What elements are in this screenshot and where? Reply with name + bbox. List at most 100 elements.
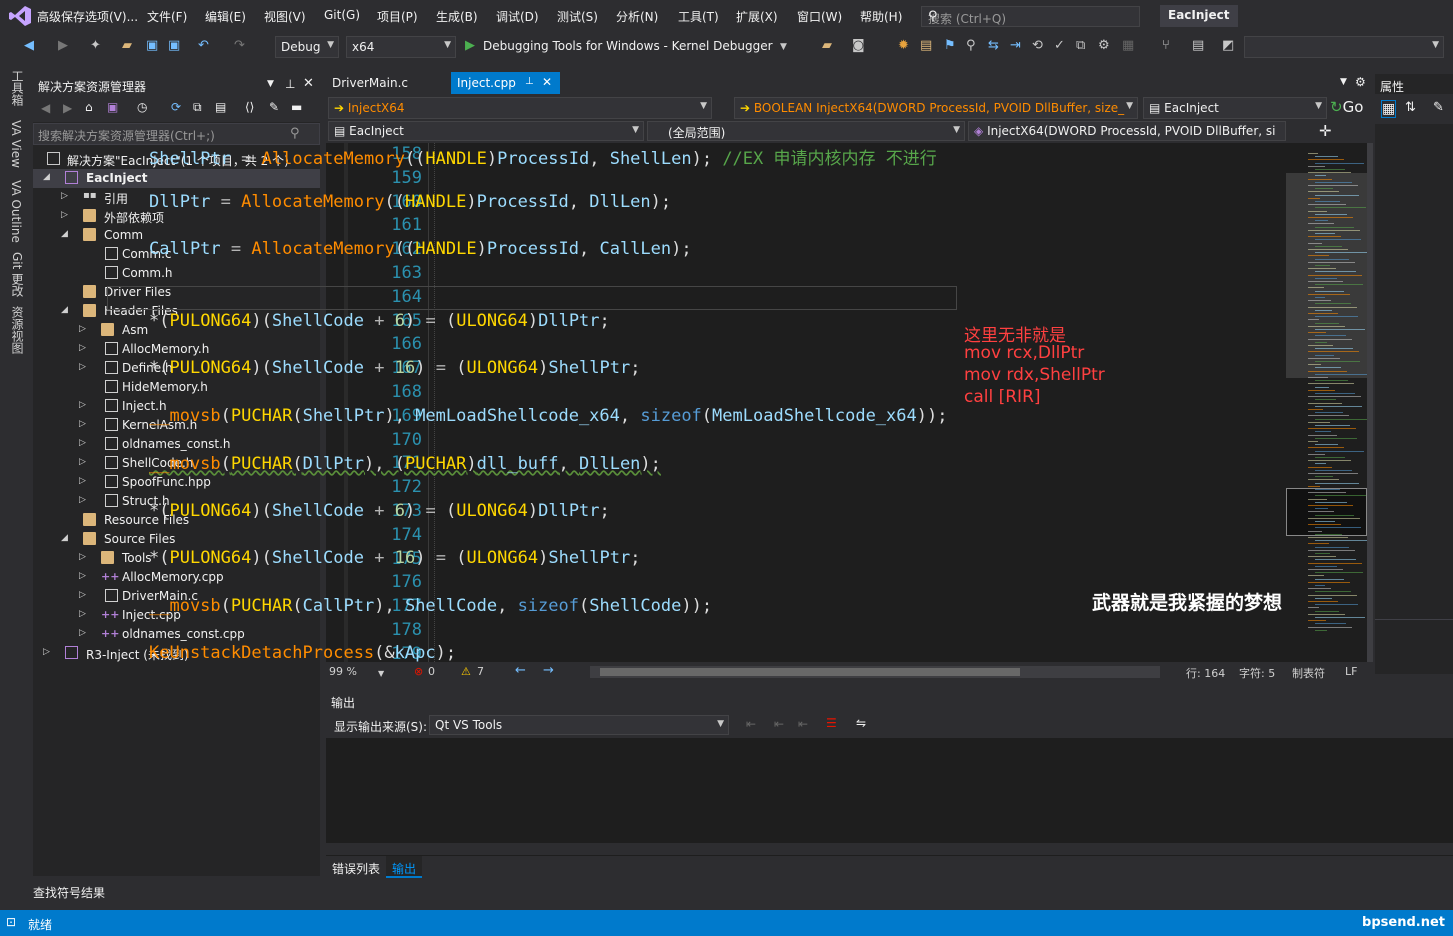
menu-help[interactable]: 帮助(H) bbox=[860, 8, 902, 25]
output-hscroll[interactable] bbox=[326, 843, 1453, 855]
tool-icon[interactable]: ▦ bbox=[1122, 38, 1134, 53]
show-all-files-icon[interactable]: ▤ bbox=[215, 100, 226, 114]
tool-icon[interactable]: ⚑ bbox=[944, 38, 956, 53]
new-project-icon[interactable]: ✦ bbox=[90, 38, 101, 53]
menu-debug[interactable]: 调试(D) bbox=[496, 8, 539, 25]
platform-dropdown[interactable]: x64 ▼ bbox=[346, 36, 456, 58]
back-icon[interactable]: ◀ bbox=[41, 101, 50, 115]
tool-icon[interactable]: ▤ bbox=[920, 38, 932, 53]
scope-dropdown[interactable]: ➔ InjectX64 ▼ bbox=[328, 97, 712, 119]
pin-icon[interactable]: ⊥ bbox=[285, 77, 295, 91]
tool-icon[interactable]: ⇥ bbox=[1010, 38, 1021, 53]
close-icon[interactable]: ✕ bbox=[542, 75, 552, 89]
switch-views-icon[interactable]: ▣ bbox=[107, 100, 118, 114]
redo-icon[interactable]: ↷ bbox=[234, 38, 245, 53]
pin-icon[interactable]: ⊥ bbox=[525, 76, 534, 87]
code-icon[interactable]: ⟨⟩ bbox=[245, 100, 254, 114]
tree-item[interactable]: HideMemory.h bbox=[33, 378, 320, 397]
tree-item[interactable]: ▷ ++ AllocMemory.cpp bbox=[33, 568, 320, 587]
word-wrap-icon[interactable]: ⇋ bbox=[856, 716, 866, 730]
folder-icon[interactable]: ▰ bbox=[822, 38, 832, 53]
zoom-level[interactable]: 99 % bbox=[329, 665, 357, 678]
va-member-dropdown[interactable]: ◈ InjectX64(DWORD ProcessId, PVOID DllBu… bbox=[968, 121, 1286, 141]
undo-icon[interactable]: ↶ bbox=[198, 38, 209, 53]
tree-item[interactable]: ▷ AllocMemory.h bbox=[33, 340, 320, 359]
open-folder-icon[interactable]: ▰ bbox=[122, 38, 132, 53]
find-icon[interactable]: ⚲ bbox=[966, 38, 976, 53]
wrench-icon[interactable]: ✎ bbox=[1433, 100, 1444, 115]
git-changes-tab[interactable]: Git 更改 bbox=[9, 252, 26, 297]
arrow-right-icon[interactable]: → bbox=[543, 663, 554, 678]
tree-item-project[interactable]: ◢ EacInject bbox=[33, 169, 320, 188]
vertical-scrollbar[interactable] bbox=[1367, 143, 1373, 662]
home-icon[interactable]: ⌂ bbox=[85, 100, 93, 114]
menu-analyze[interactable]: 分析(N) bbox=[616, 8, 658, 25]
forward-icon[interactable]: ▶ bbox=[58, 38, 68, 53]
warning-count[interactable]: 7 bbox=[477, 665, 484, 678]
menu-project[interactable]: 项目(P) bbox=[377, 8, 418, 25]
tool-icon[interactable]: ✹ bbox=[898, 38, 909, 53]
tab-output[interactable]: 输出 bbox=[386, 856, 423, 878]
tool-icon[interactable]: ⟲ bbox=[1032, 38, 1043, 53]
tree-item[interactable]: ◢ Source Files bbox=[33, 530, 320, 549]
sort-alpha-icon[interactable]: ⇅ bbox=[1405, 100, 1416, 115]
tab-inject-cpp[interactable]: Inject.cpp ⊥ ✕ bbox=[451, 72, 560, 94]
arrow-left-icon[interactable]: ← bbox=[515, 663, 526, 678]
code-editor[interactable] bbox=[326, 143, 1286, 662]
tool-icon[interactable]: ⚙ bbox=[1098, 38, 1110, 53]
goto-next-icon[interactable]: ⇤ bbox=[774, 717, 784, 731]
chevron-down-icon[interactable]: ▼ bbox=[1340, 77, 1347, 87]
save-all-icon[interactable]: ▣ bbox=[168, 38, 180, 53]
toolbox-tab[interactable]: 工具箱 bbox=[9, 70, 26, 106]
output-source-dropdown[interactable]: Qt VS Tools ▼ bbox=[429, 715, 729, 735]
chevron-down-icon[interactable]: ▼ bbox=[780, 42, 787, 52]
project-dropdown[interactable]: ▤ EacInject ▼ bbox=[1143, 97, 1327, 119]
properties-icon[interactable]: ✎ bbox=[269, 100, 279, 114]
start-debugging-icon[interactable]: ▶ bbox=[465, 38, 475, 53]
tree-item[interactable]: ▷ ++ oldnames_const.cpp bbox=[33, 625, 320, 644]
horizontal-scroll-thumb[interactable] bbox=[600, 668, 1020, 676]
find-symbol-results-tab[interactable]: 查找符号结果 bbox=[33, 884, 105, 901]
window-icon[interactable]: ◙ bbox=[852, 38, 865, 53]
chevron-down-icon[interactable]: ▼ bbox=[378, 669, 384, 678]
menu-file[interactable]: 文件(F) bbox=[147, 8, 187, 25]
forward-icon[interactable]: ▶ bbox=[63, 101, 72, 115]
save-icon[interactable]: ▣ bbox=[146, 38, 158, 53]
tool-icon[interactable]: ◩ bbox=[1222, 38, 1234, 53]
va-outline-tab[interactable]: VA Outline bbox=[9, 180, 23, 243]
goto-prev-icon[interactable]: ⇤ bbox=[746, 717, 756, 731]
tab-error-list[interactable]: 错误列表 bbox=[332, 860, 380, 877]
search-input[interactable]: 搜索 (Ctrl+Q) ⚲ bbox=[921, 6, 1140, 27]
tree-item[interactable]: ▷ SpoofFunc.hpp bbox=[33, 473, 320, 492]
eol-mode[interactable]: LF bbox=[1345, 665, 1357, 678]
close-icon[interactable]: ✕ bbox=[303, 76, 314, 91]
va-scope-dropdown[interactable]: (全局范围) ▼ bbox=[647, 121, 965, 141]
menu-git[interactable]: Git(G) bbox=[324, 8, 360, 22]
error-count[interactable]: 0 bbox=[428, 665, 435, 678]
menu-tools[interactable]: 工具(T) bbox=[678, 8, 719, 25]
debugger-button[interactable]: Debugging Tools for Windows - Kernel Deb… bbox=[483, 39, 773, 53]
tool-icon[interactable]: ✓ bbox=[1054, 38, 1065, 53]
resource-view-tab[interactable]: 资源视图 bbox=[9, 306, 26, 354]
menu-window[interactable]: 窗口(W) bbox=[797, 8, 842, 25]
menu-view[interactable]: 视图(V) bbox=[264, 8, 306, 25]
code-minimap[interactable] bbox=[1286, 143, 1369, 662]
menu-build[interactable]: 生成(B) bbox=[436, 8, 478, 25]
tab-mode[interactable]: 制表符 bbox=[1292, 665, 1325, 681]
va-view-tab[interactable]: VA View bbox=[9, 120, 23, 168]
collapse-all-icon[interactable]: ⧉ bbox=[193, 100, 202, 115]
menu-advanced-save[interactable]: 高级保存选项(V)... bbox=[37, 8, 138, 25]
go-button[interactable]: ↻Go bbox=[1330, 98, 1363, 116]
toolbar-search-combo[interactable]: ▼ bbox=[1244, 36, 1444, 58]
tab-drivermain[interactable]: DriverMain.c bbox=[326, 72, 448, 94]
find-icon[interactable]: ⇤ bbox=[798, 717, 808, 731]
tree-item[interactable]: ▷ oldnames_const.h bbox=[33, 435, 320, 454]
tree-item[interactable]: Comm.h bbox=[33, 264, 320, 283]
config-dropdown[interactable]: Debug ▼ bbox=[275, 36, 339, 58]
menu-extensions[interactable]: 扩展(X) bbox=[736, 8, 778, 25]
menu-test[interactable]: 测试(S) bbox=[557, 8, 598, 25]
solution-search-input[interactable]: 搜索解决方案资源管理器(Ctrl+;) ⚲ bbox=[33, 123, 320, 145]
menu-edit[interactable]: 编辑(E) bbox=[205, 8, 246, 25]
function-dropdown[interactable]: ➔ BOOLEAN InjectX64(DWORD ProcessId, PVO… bbox=[734, 97, 1138, 119]
va-project-dropdown[interactable]: ▤ EacInject ▼ bbox=[328, 121, 644, 141]
